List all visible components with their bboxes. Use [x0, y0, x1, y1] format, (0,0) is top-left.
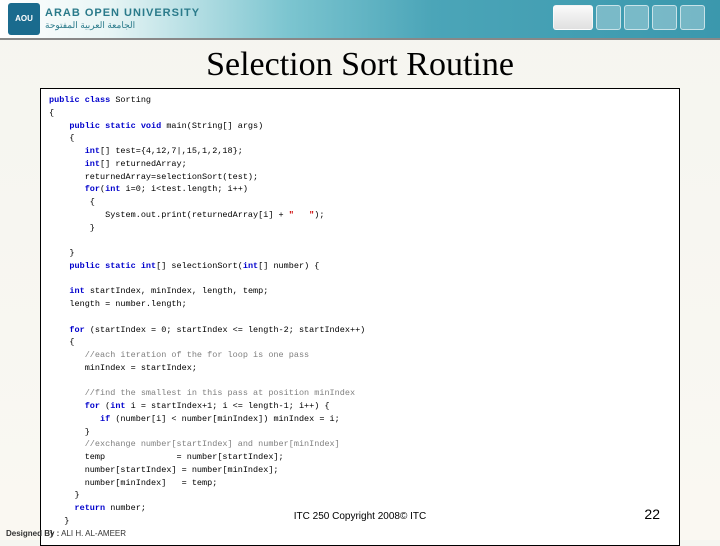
designer-label: Designed By : [6, 529, 59, 538]
decor-sq [553, 5, 593, 30]
comment: //find the smallest in this pass at posi… [49, 388, 355, 398]
kw: int [49, 159, 100, 169]
kw: for [49, 401, 100, 411]
university-name: ARAB OPEN UNIVERSITY [45, 7, 200, 19]
comment: //exchange number[startIndex] and number… [49, 439, 340, 449]
comment: //each iteration of the for loop is one … [49, 350, 309, 360]
code-text: [] test={4,12,7|,15,1,2,18}; [100, 146, 243, 156]
kw: int [105, 184, 120, 194]
kw: for [49, 184, 100, 194]
code-text: { [49, 133, 75, 143]
logo-text-wrap: ARAB OPEN UNIVERSITY الجامعة العربية الم… [45, 7, 200, 30]
decor-sq [680, 5, 705, 30]
code-text: main(String[] args) [161, 121, 263, 131]
code-text: [] returnedArray; [100, 159, 187, 169]
kw: if [49, 414, 110, 424]
code-text: [] selectionSort( [156, 261, 243, 271]
code-text: { [49, 108, 54, 118]
header-band: AOU ARAB OPEN UNIVERSITY الجامعة العربية… [0, 0, 720, 40]
code-text: i = startIndex+1; i <= length-1; i++) { [126, 401, 330, 411]
code-text: System.out.print(returnedArray[i] + [49, 210, 289, 220]
page-number: 22 [644, 506, 660, 522]
code-text: Sorting [110, 95, 151, 105]
code-text: } [49, 223, 95, 233]
logo: AOU ARAB OPEN UNIVERSITY الجامعة العربية… [8, 3, 200, 35]
decor-sq [652, 5, 677, 30]
footer-copyright: ITC 250 Copyright 2008© ITC [0, 511, 720, 522]
code-text: { [49, 337, 75, 347]
code-text: returnedArray=selectionSort(test); [49, 172, 258, 182]
kw: int [49, 146, 100, 156]
code-text: [] number) { [258, 261, 319, 271]
logo-badge: AOU [8, 3, 40, 35]
code-text: startIndex, minIndex, length, temp; [85, 286, 269, 296]
kw: int [49, 286, 85, 296]
kw: for [49, 325, 85, 335]
header-decor [553, 5, 705, 30]
kw: public class [49, 95, 110, 105]
code-text: minIndex = startIndex; [49, 363, 197, 373]
code-text: ( [100, 401, 110, 411]
decor-sq [624, 5, 649, 30]
kw: public static void [49, 121, 161, 131]
kw: int [110, 401, 125, 411]
code-text: ); [314, 210, 324, 220]
code-text: } [49, 490, 80, 500]
kw: public static int [49, 261, 156, 271]
university-arabic: الجامعة العربية المفتوحة [45, 20, 200, 31]
code-text: temp = number[startIndex]; [49, 452, 284, 462]
code-text: number[minIndex] = temp; [49, 478, 217, 488]
code-text: length = number.length; [49, 299, 187, 309]
code-text: } [49, 248, 75, 258]
code-text: number[startIndex] = number[minIndex]; [49, 465, 279, 475]
code-text: { [49, 197, 95, 207]
slide-title: Selection Sort Routine [0, 46, 720, 84]
code-text: (startIndex = 0; startIndex <= length-2;… [85, 325, 366, 335]
code-text: (number[i] < number[minIndex]) minIndex … [110, 414, 340, 424]
code-text: i=0; i<test.length; i++) [120, 184, 248, 194]
string: " " [289, 210, 315, 220]
code-text: } [49, 427, 90, 437]
designer-credit: Designed By : ALI H. AL-AMEER [6, 529, 126, 538]
code-block: public class Sorting { public static voi… [40, 88, 680, 546]
designer-name: ALI H. AL-AMEER [61, 529, 126, 538]
decor-sq [596, 5, 621, 30]
kw: int [243, 261, 258, 271]
